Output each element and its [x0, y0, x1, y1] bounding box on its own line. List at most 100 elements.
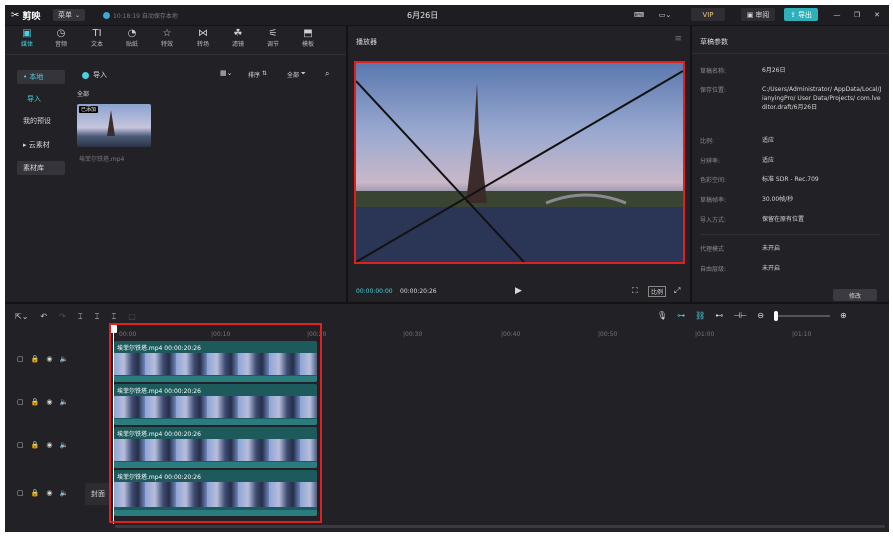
template-icon: ⬒	[303, 28, 313, 39]
tab-filter[interactable]: 滤镜	[224, 39, 252, 48]
undo-icon[interactable]: ↶	[40, 312, 47, 322]
review-icon: ▣	[746, 10, 754, 19]
maximize-icon[interactable]: ❐	[851, 8, 863, 21]
export-button[interactable]: ⇪ 导出	[784, 8, 818, 21]
tab-effects[interactable]: 特效	[153, 39, 181, 48]
layout-icon[interactable]: ▭⌄	[655, 8, 675, 21]
media-thumbnail[interactable]: 已添加	[77, 104, 151, 147]
track-toggle-icon[interactable]: ▢	[17, 489, 24, 497]
sidebar-item-cloud[interactable]: ▸ 云素材	[17, 138, 65, 152]
audio-icon[interactable]: 🔈	[59, 441, 68, 449]
play-icon[interactable]: ▶	[515, 286, 522, 296]
zoom-in-icon[interactable]: ⊕	[840, 311, 847, 320]
minimize-icon[interactable]: —	[831, 8, 843, 21]
tab-sticker[interactable]: 贴纸	[118, 39, 146, 48]
preview-scene	[356, 70, 683, 262]
search-icon[interactable]: ⌕	[325, 69, 329, 79]
chevron-down-icon: ⌄	[74, 11, 81, 19]
filter-button[interactable]: 全部 ⏷	[287, 70, 306, 79]
zoom-slider[interactable]	[773, 310, 830, 321]
cloud-status-icon	[103, 12, 110, 19]
close-icon[interactable]: ✕	[871, 8, 883, 21]
eye-icon[interactable]: ◉	[46, 355, 52, 363]
delete-icon[interactable]: ▢	[128, 312, 136, 322]
lock-icon[interactable]: 🔒	[31, 489, 40, 497]
sidebar-item-library[interactable]: 素材库	[17, 161, 65, 175]
trim-right-icon[interactable]: ⌶	[111, 312, 116, 322]
draft-row-value: 未开启	[762, 245, 781, 252]
app-logo: ✂ 剪映	[11, 9, 40, 22]
preview-axis-icon[interactable]: ⊣⊢	[733, 311, 747, 320]
cover-button[interactable]: 封面	[85, 483, 111, 505]
track-header: ▢ 🔒 ◉ 🔈	[5, 397, 105, 407]
tab-transition[interactable]: 转场	[189, 39, 217, 48]
document-title: 6月26日	[407, 11, 439, 20]
link-icon[interactable]: ⛓	[695, 311, 705, 320]
filter-icon: ☘	[233, 28, 243, 39]
lock-icon[interactable]: 🔒	[31, 441, 40, 449]
tab-media[interactable]: 媒体	[13, 39, 41, 48]
sort-label: 排序	[248, 72, 261, 79]
zoom-out-icon[interactable]: ⊖	[757, 311, 764, 320]
sort-icon: ⇅	[262, 70, 268, 77]
effects-icon: ☆	[162, 28, 172, 39]
draft-row-value: C:/Users/Administrator/ AppData/Local/Ji…	[762, 86, 882, 111]
track-toggle-icon[interactable]: ▢	[17, 398, 24, 406]
sidebar-item-presets[interactable]: 我的预设	[17, 114, 65, 128]
edit-button[interactable]: 修改	[833, 289, 877, 301]
subtitle-icon[interactable]: ⌨	[632, 8, 646, 21]
review-button[interactable]: ▣ 审阅	[741, 8, 775, 21]
lock-icon[interactable]: 🔒	[31, 398, 40, 406]
lock-icon[interactable]: 🔒	[31, 355, 40, 363]
ratio-button[interactable]: 比例	[648, 286, 667, 297]
eye-icon[interactable]: ◉	[46, 441, 52, 449]
tab-text[interactable]: 文本	[83, 39, 111, 48]
video-preview[interactable]	[354, 61, 685, 264]
timeline-scrollbar[interactable]	[115, 525, 885, 528]
track-toggle-icon[interactable]: ▢	[17, 355, 24, 363]
tab-template[interactable]: 模板	[294, 39, 322, 48]
fullscreen-icon[interactable]: ⤢	[674, 286, 680, 296]
import-button[interactable]: 导入	[82, 70, 107, 80]
snap-icon[interactable]: ⊶	[677, 311, 685, 320]
sidebar-item-import[interactable]: 导入	[17, 92, 65, 106]
audio-icon[interactable]: 🔈	[59, 489, 68, 497]
tab-adjust[interactable]: 调节	[259, 39, 287, 48]
select-tool-icon[interactable]: ⇱⌄	[15, 312, 28, 322]
audio-icon[interactable]: 🔈	[59, 398, 68, 406]
eye-icon[interactable]: ◉	[46, 489, 52, 497]
sort-button[interactable]: 排序 ⇅	[248, 70, 267, 79]
menu-icon[interactable]: ≡	[674, 34, 682, 44]
microphone-icon[interactable]: 🎙	[657, 311, 667, 320]
logo-icon: ✂	[11, 10, 20, 21]
autosave-status: 10:18:19 自动保存本地	[103, 11, 178, 20]
tab-audio[interactable]: 音频	[47, 39, 75, 48]
track-toggle-icon[interactable]: ▢	[17, 441, 24, 449]
view-toggle-icon[interactable]: ▦⌄	[220, 69, 232, 77]
fit-icon[interactable]: ⛶	[632, 286, 638, 296]
chain-icon[interactable]: ⊷	[715, 311, 723, 320]
export-icon: ⇪	[790, 10, 796, 19]
audio-icon: ◷	[56, 28, 66, 39]
draft-row-value: 适应	[762, 157, 775, 164]
media-icon: ▣	[22, 28, 32, 39]
draft-row-value: 6月26日	[762, 67, 786, 74]
split-icon[interactable]: ⌶	[78, 312, 83, 322]
redo-icon[interactable]: ↷	[59, 312, 66, 322]
filter-funnel-icon: ⏷	[301, 70, 306, 77]
adjust-icon: ⚟	[268, 28, 278, 39]
menu-button[interactable]: 菜单 ⌄	[53, 9, 85, 21]
draft-panel: 草稿参数 草稿名称: 6月26日 保存位置: C:/Users/Administrat…	[692, 26, 889, 302]
eye-icon[interactable]: ◉	[46, 398, 52, 406]
ruler-tick: |01:00	[695, 331, 715, 338]
app-window: ✂ 剪映 菜单 ⌄ 10:18:19 自动保存本地 6月26日 ⌨ ▭⌄ VIP…	[5, 5, 889, 532]
vip-button[interactable]: VIP	[691, 8, 725, 21]
draft-row-key: 导入方式:	[700, 217, 727, 224]
trim-left-icon[interactable]: ⌶	[95, 312, 100, 322]
draft-row-key: 草稿帧率:	[700, 197, 727, 204]
audio-icon[interactable]: 🔈	[59, 355, 68, 363]
draft-row-value: 标准 SDR - Rec.709	[762, 176, 819, 183]
ruler-tick: |01:10	[792, 331, 812, 338]
ruler-tick: |00:30	[403, 331, 423, 338]
sidebar-item-local[interactable]: • 本地	[17, 70, 65, 84]
